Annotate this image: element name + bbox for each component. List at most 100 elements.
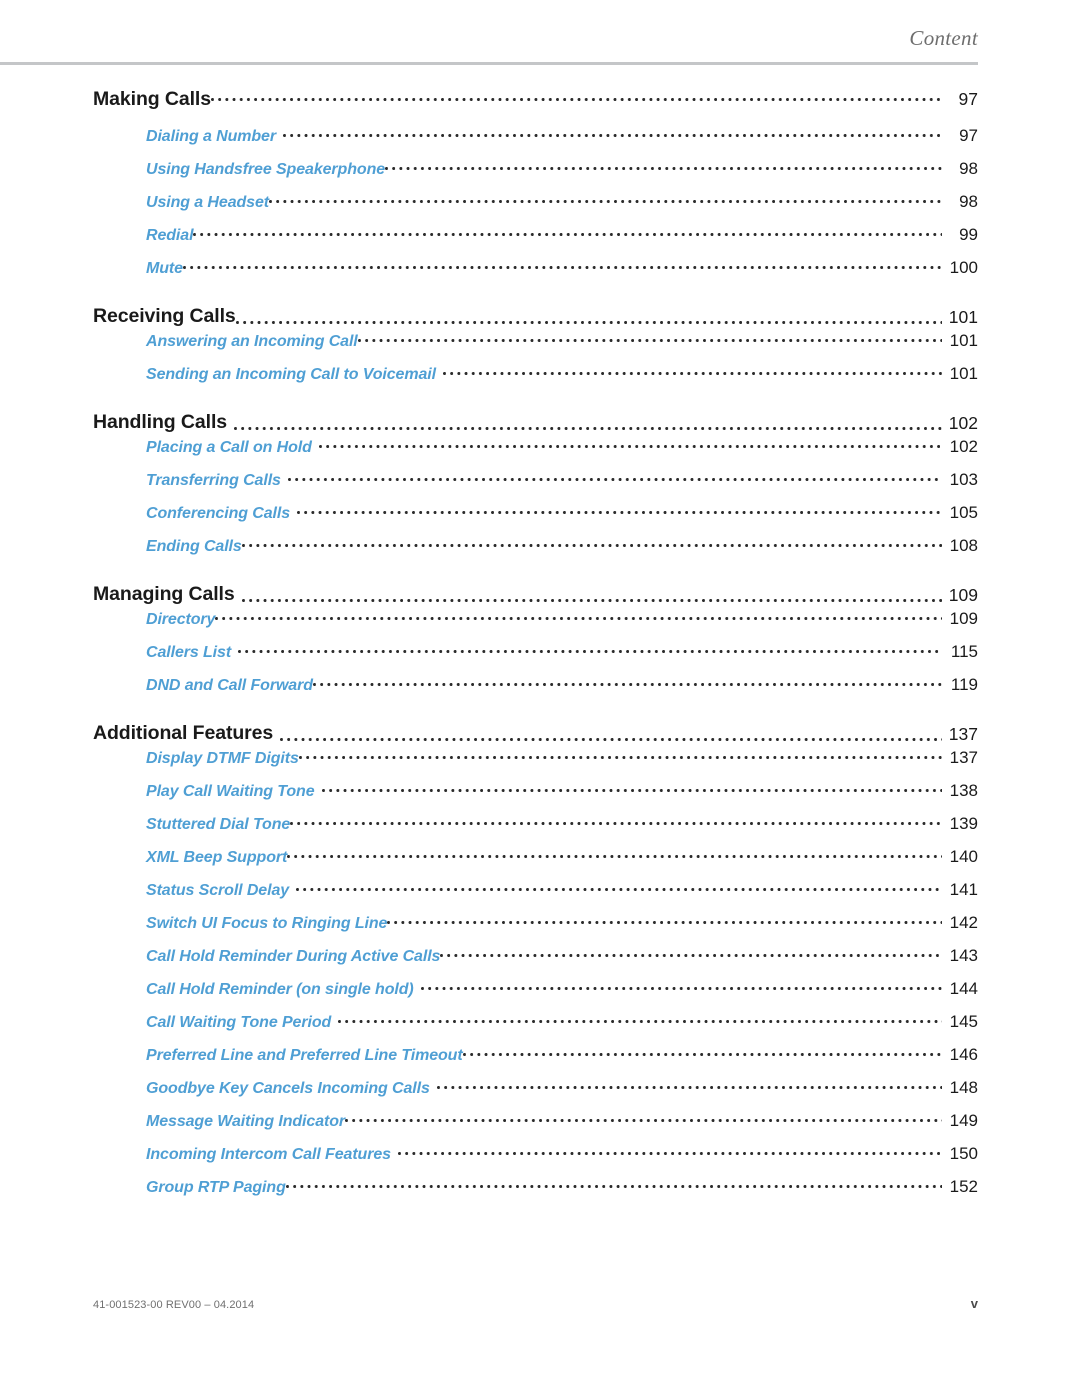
toc-page-number: 142: [949, 913, 978, 932]
toc-dot-leader: [397, 1143, 942, 1159]
toc-dot-leader: [318, 436, 942, 452]
toc-dot-leader: [282, 125, 942, 141]
toc-subsection-row[interactable]: Goodbye Key Cancels Incoming Calls 148: [0, 1077, 978, 1110]
toc-dot-leader: [241, 535, 942, 551]
document-page: Content Making Calls 97 Dialing a Number 97…: [0, 0, 1080, 1397]
page-footer: 41-001523-00 REV00 – 04.2014 v: [0, 1296, 978, 1311]
toc-section-label: Additional Features: [93, 722, 274, 744]
toc-section-row[interactable]: Additional Features 137: [0, 707, 978, 747]
toc-subsection-row[interactable]: Call Hold Reminder (on single hold) 144: [0, 978, 978, 1011]
toc-dot-leader: [234, 418, 942, 434]
toc-subsection-label: Using a Headset: [146, 194, 269, 211]
toc-subsection-row[interactable]: Transferring Calls 103: [0, 469, 978, 502]
toc-page-number: 144: [949, 979, 978, 998]
toc-dot-leader: [269, 191, 942, 207]
toc-subsection-row[interactable]: Preferred Line and Preferred Line Timeou…: [0, 1044, 978, 1077]
toc-dot-leader: [312, 674, 942, 690]
toc-subsection-row[interactable]: Mute 100: [0, 257, 978, 290]
toc-dot-leader: [280, 729, 942, 745]
toc-section-label: Making Calls: [93, 88, 211, 110]
toc-subsection-row[interactable]: Incoming Intercom Call Features 150: [0, 1143, 978, 1176]
toc-dot-leader: [338, 1011, 942, 1027]
toc-page-number: 98: [959, 192, 978, 211]
toc-subsection-row[interactable]: Redial 99: [0, 224, 978, 257]
toc-dot-leader: [436, 1077, 942, 1093]
toc-subsection-row[interactable]: Message Waiting Indicator 149: [0, 1110, 978, 1143]
toc-subsection-label: Transferring Calls: [146, 472, 281, 489]
toc-page-number: 143: [949, 946, 978, 965]
toc-dot-leader: [215, 608, 942, 624]
toc-subsection-row[interactable]: Directory 109: [0, 608, 978, 641]
toc-page-number: 137: [949, 748, 978, 767]
toc-subsection-label: Placing a Call on Hold: [146, 439, 312, 456]
toc-subsection-row[interactable]: Switch UI Focus to Ringing Line 142: [0, 912, 978, 945]
toc-subsection-label: Redial: [146, 227, 194, 244]
toc-dot-leader: [182, 257, 942, 273]
toc-subsection-label: Call Hold Reminder (on single hold): [146, 981, 414, 998]
toc-page-number: 103: [949, 470, 978, 489]
toc-dot-leader: [285, 1176, 942, 1192]
toc-page-number: 102: [948, 413, 978, 433]
toc-subsection-label: Group RTP Paging: [146, 1179, 286, 1196]
toc-page-number: 98: [959, 159, 978, 178]
toc-page-number: 137: [948, 724, 978, 744]
toc-subsection-label: Directory: [146, 611, 216, 628]
toc-page-number: 141: [949, 880, 978, 899]
toc-subsection-row[interactable]: Dialing a Number 97: [0, 125, 978, 158]
toc-subsection-label: Goodbye Key Cancels Incoming Calls: [146, 1080, 430, 1097]
toc-subsection-label: Display DTMF Digits: [146, 750, 299, 767]
toc-subsection-row[interactable]: Group RTP Paging 152: [0, 1176, 978, 1209]
toc-page-number: 101: [948, 307, 978, 327]
toc-dot-leader: [211, 89, 942, 105]
toc-subsection-row[interactable]: Call Waiting Tone Period 145: [0, 1011, 978, 1044]
toc-subsection-row[interactable]: Display DTMF Digits 137: [0, 747, 978, 780]
toc-page-number: 109: [949, 609, 978, 628]
toc-subsection-row[interactable]: Ending Calls 108: [0, 535, 978, 568]
toc-subsection-row[interactable]: Call Hold Reminder During Active Calls 14…: [0, 945, 978, 978]
footer-document-id: 41-001523-00 REV00 – 04.2014: [93, 1299, 255, 1311]
toc-page-number: 149: [949, 1111, 978, 1130]
toc-subsection-label: XML Beep Support: [146, 849, 288, 866]
toc-section-row[interactable]: Making Calls 97: [0, 88, 978, 125]
toc-subsection-label: Preferred Line and Preferred Line Timeou…: [146, 1047, 463, 1064]
toc-page-number: 105: [949, 503, 978, 522]
toc-dot-leader: [241, 590, 942, 606]
toc-section-row[interactable]: Receiving Calls 101: [0, 290, 978, 330]
toc-page-number: 101: [949, 364, 978, 383]
toc-subsection-row[interactable]: Placing a Call on Hold 102: [0, 436, 978, 469]
toc-subsection-row[interactable]: Answering an Incoming Call 101: [0, 330, 978, 363]
toc-dot-leader: [387, 912, 942, 928]
toc-subsection-row[interactable]: Play Call Waiting Tone 138: [0, 780, 978, 813]
toc-dot-leader: [462, 1044, 942, 1060]
toc-subsection-row[interactable]: Using Handsfree Speakerphone 98: [0, 158, 978, 191]
toc-subsection-label: Callers List: [146, 644, 232, 661]
toc-dot-leader: [290, 813, 942, 829]
toc-subsection-label: Ending Calls: [146, 538, 242, 555]
toc-dot-leader: [321, 780, 943, 796]
toc-dot-leader: [357, 330, 942, 346]
toc-page-number: 102: [949, 437, 978, 456]
toc-subsection-label: Dialing a Number: [146, 128, 276, 145]
toc-page-number: 115: [950, 642, 978, 661]
toc-subsection-label: Play Call Waiting Tone: [146, 783, 315, 800]
toc-dot-leader: [193, 224, 942, 240]
toc-subsection-row[interactable]: Status Scroll Delay 141: [0, 879, 978, 912]
toc-subsection-row[interactable]: Callers List 115: [0, 641, 978, 674]
toc-subsection-row[interactable]: Using a Headset 98: [0, 191, 978, 224]
toc-subsection-row[interactable]: XML Beep Support 140: [0, 846, 978, 879]
toc-subsection-row[interactable]: Conferencing Calls 105: [0, 502, 978, 535]
toc-section-row[interactable]: Managing Calls 109: [0, 568, 978, 608]
toc-subsection-row[interactable]: Stuttered Dial Tone 139: [0, 813, 978, 846]
toc-page-number: 97: [959, 126, 978, 145]
toc-subsection-label: Message Waiting Indicator: [146, 1113, 346, 1130]
toc-dot-leader: [238, 641, 942, 657]
header-divider: [0, 62, 978, 65]
toc-dot-leader: [345, 1110, 942, 1126]
toc-page-number: 146: [949, 1045, 978, 1064]
toc-section-label: Handling Calls: [93, 411, 228, 433]
toc-subsection-row[interactable]: DND and Call Forward 119: [0, 674, 978, 707]
toc-section-row[interactable]: Handling Calls 102: [0, 396, 978, 436]
page-header: Content: [0, 28, 978, 50]
toc-subsection-row[interactable]: Sending an Incoming Call to Voicemail 101: [0, 363, 978, 396]
toc-page-number: 108: [949, 536, 978, 555]
